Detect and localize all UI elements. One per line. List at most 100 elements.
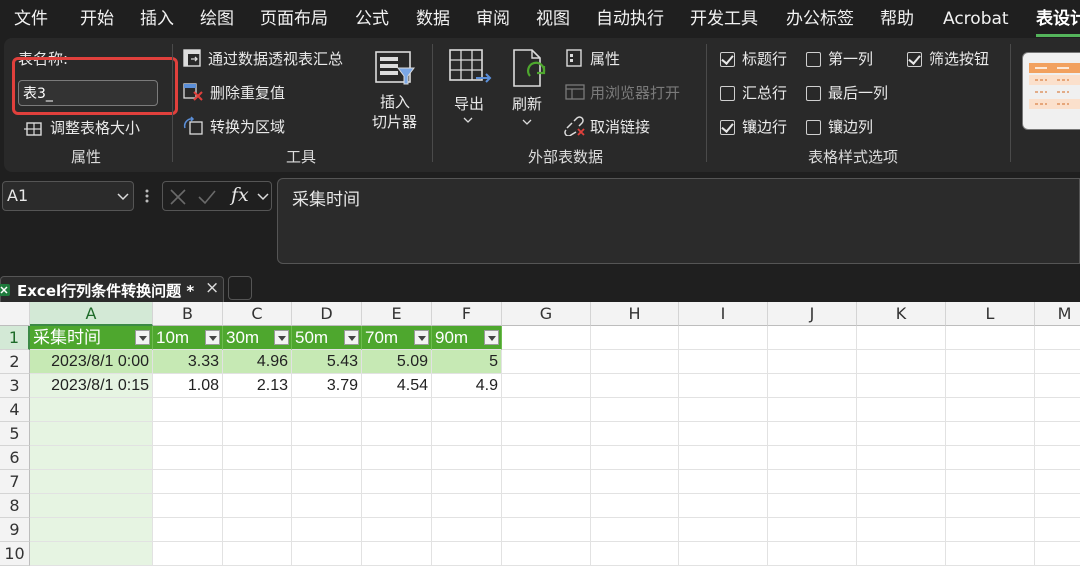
- cell-l8[interactable]: [946, 494, 1035, 518]
- cell-b7[interactable]: [153, 470, 223, 494]
- row-header-4[interactable]: 4: [0, 398, 30, 422]
- banded-rows-checkbox[interactable]: [720, 120, 735, 135]
- cell-d6[interactable]: [292, 446, 362, 470]
- cell-f6[interactable]: [432, 446, 502, 470]
- cell-j9[interactable]: [768, 518, 857, 542]
- row-header-9[interactable]: 9: [0, 518, 30, 542]
- cell-j8[interactable]: [768, 494, 857, 518]
- cell-g2[interactable]: [502, 350, 591, 374]
- cell-e8[interactable]: [362, 494, 432, 518]
- formula-input[interactable]: 采集时间: [277, 178, 1080, 264]
- cell-m1[interactable]: [1035, 326, 1080, 350]
- select-all-corner[interactable]: [0, 302, 30, 326]
- new-tab-button[interactable]: [228, 276, 252, 300]
- cell-m6[interactable]: [1035, 446, 1080, 470]
- cell-h2[interactable]: [591, 350, 679, 374]
- row-header-7[interactable]: 7: [0, 470, 30, 494]
- cell-h1[interactable]: [591, 326, 679, 350]
- menu-automate[interactable]: 自动执行: [596, 6, 664, 32]
- table-data-cell[interactable]: 4.54: [362, 374, 432, 398]
- cell-m7[interactable]: [1035, 470, 1080, 494]
- cell-f10[interactable]: [432, 542, 502, 566]
- column-header-b[interactable]: B: [153, 302, 223, 326]
- cell-h9[interactable]: [591, 518, 679, 542]
- cell-j1[interactable]: [768, 326, 857, 350]
- cell-d4[interactable]: [292, 398, 362, 422]
- insert-slicer-label-2[interactable]: 切片器: [372, 112, 417, 132]
- cell-l7[interactable]: [946, 470, 1035, 494]
- remove-duplicates-button[interactable]: 删除重复值: [210, 83, 285, 103]
- cell-g7[interactable]: [502, 470, 591, 494]
- menu-table-design[interactable]: 表设计: [1036, 6, 1080, 32]
- menu-draw[interactable]: 绘图: [200, 6, 234, 32]
- filter-dropdown-button[interactable]: [484, 330, 499, 345]
- cell-c6[interactable]: [223, 446, 292, 470]
- chevron-down-icon[interactable]: [117, 193, 129, 201]
- cell-i4[interactable]: [679, 398, 768, 422]
- cell-l1[interactable]: [946, 326, 1035, 350]
- cell-c4[interactable]: [223, 398, 292, 422]
- column-header-e[interactable]: E: [362, 302, 432, 326]
- cell-k1[interactable]: [857, 326, 946, 350]
- chevron-down-icon[interactable]: [257, 193, 269, 201]
- first-column-checkbox[interactable]: [806, 52, 821, 67]
- menu-help[interactable]: 帮助: [880, 6, 914, 32]
- banded-columns-checkbox[interactable]: [806, 120, 821, 135]
- cell-g5[interactable]: [502, 422, 591, 446]
- table-data-cell[interactable]: 3.33: [153, 350, 223, 374]
- column-header-a[interactable]: A: [30, 302, 153, 326]
- row-header-6[interactable]: 6: [0, 446, 30, 470]
- cell-i9[interactable]: [679, 518, 768, 542]
- cell-c9[interactable]: [223, 518, 292, 542]
- cell-a4[interactable]: [30, 398, 153, 422]
- cell-e4[interactable]: [362, 398, 432, 422]
- table-data-cell[interactable]: 1.08: [153, 374, 223, 398]
- column-header-k[interactable]: K: [857, 302, 946, 326]
- table-data-cell[interactable]: 5.43: [292, 350, 362, 374]
- total-row-checkbox[interactable]: [720, 86, 735, 101]
- cell-e5[interactable]: [362, 422, 432, 446]
- row-header-1[interactable]: 1: [0, 326, 30, 350]
- column-header-f[interactable]: F: [432, 302, 502, 326]
- insert-slicer-label-1[interactable]: 插入: [380, 92, 410, 112]
- cell-k7[interactable]: [857, 470, 946, 494]
- cell-j10[interactable]: [768, 542, 857, 566]
- cell-i7[interactable]: [679, 470, 768, 494]
- cell-i2[interactable]: [679, 350, 768, 374]
- filter-dropdown-button[interactable]: [344, 330, 359, 345]
- column-header-d[interactable]: D: [292, 302, 362, 326]
- cell-d8[interactable]: [292, 494, 362, 518]
- cell-f9[interactable]: [432, 518, 502, 542]
- cell-l2[interactable]: [946, 350, 1035, 374]
- cell-h7[interactable]: [591, 470, 679, 494]
- cell-f8[interactable]: [432, 494, 502, 518]
- cell-g3[interactable]: [502, 374, 591, 398]
- more-options-icon[interactable]: [144, 188, 150, 204]
- cell-c8[interactable]: [223, 494, 292, 518]
- table-data-cell[interactable]: 3.79: [292, 374, 362, 398]
- cell-j7[interactable]: [768, 470, 857, 494]
- menu-data[interactable]: 数据: [416, 6, 450, 32]
- menu-insert[interactable]: 插入: [140, 6, 174, 32]
- cell-j5[interactable]: [768, 422, 857, 446]
- cell-j4[interactable]: [768, 398, 857, 422]
- menu-home[interactable]: 开始: [80, 6, 114, 32]
- cell-k3[interactable]: [857, 374, 946, 398]
- cell-g4[interactable]: [502, 398, 591, 422]
- column-header-l[interactable]: L: [946, 302, 1035, 326]
- table-style-gallery[interactable]: [1022, 52, 1080, 130]
- filter-button-checkbox[interactable]: [907, 52, 922, 67]
- cell-k4[interactable]: [857, 398, 946, 422]
- cell-h10[interactable]: [591, 542, 679, 566]
- cell-j6[interactable]: [768, 446, 857, 470]
- cell-h3[interactable]: [591, 374, 679, 398]
- column-header-h[interactable]: H: [591, 302, 679, 326]
- cell-k6[interactable]: [857, 446, 946, 470]
- cell-k2[interactable]: [857, 350, 946, 374]
- cell-d10[interactable]: [292, 542, 362, 566]
- cell-l5[interactable]: [946, 422, 1035, 446]
- menu-page-layout[interactable]: 页面布局: [260, 6, 328, 32]
- table-data-cell[interactable]: 2023/8/1 0:15: [30, 374, 153, 398]
- cell-d7[interactable]: [292, 470, 362, 494]
- table-data-cell[interactable]: 5: [432, 350, 502, 374]
